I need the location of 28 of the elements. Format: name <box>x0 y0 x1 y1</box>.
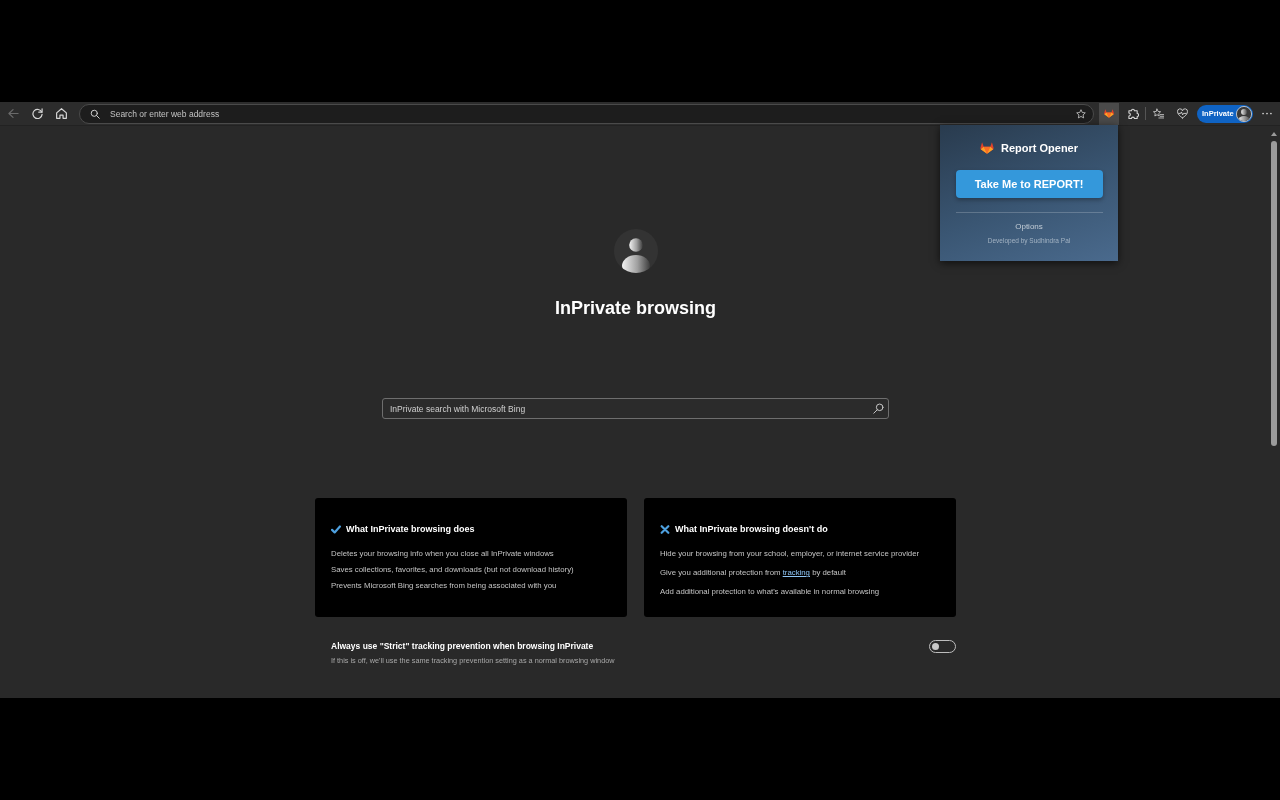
options-link[interactable]: Options <box>1015 222 1043 232</box>
home-icon <box>55 108 67 119</box>
extension-button[interactable] <box>1099 102 1119 125</box>
card-heading: What InPrivate browsing doesn't do <box>675 523 828 535</box>
favorites-icon <box>1152 108 1164 119</box>
search-icon <box>873 403 884 414</box>
more-icon <box>1262 112 1272 115</box>
back-arrow-icon <box>7 108 19 119</box>
report-button[interactable]: Take Me to REPORT! <box>955 170 1103 198</box>
refresh-icon <box>31 108 43 119</box>
heart-pulse-icon <box>1176 108 1188 119</box>
scroll-up-icon[interactable] <box>1271 132 1277 136</box>
avatar-icon <box>613 229 658 273</box>
scrollbar-thumb[interactable] <box>1271 141 1277 446</box>
puzzle-icon <box>1127 108 1139 119</box>
search-field[interactable]: InPrivate search with Microsoft Bing <box>382 398 889 419</box>
star-icon <box>1076 108 1086 119</box>
cross-icon <box>660 524 670 534</box>
setting-label: Always use "Strict" tracking prevention when browsing InPrivate <box>331 640 594 652</box>
checkmark-icon <box>331 524 341 534</box>
fox-logo-icon <box>1104 109 1114 118</box>
search-icon <box>90 108 100 119</box>
card-heading: What InPrivate browsing does <box>346 523 475 535</box>
avatar-icon <box>1236 105 1252 122</box>
fox-logo-icon <box>980 142 994 154</box>
page-title: InPrivate browsing <box>554 297 716 320</box>
popup-title: Report Opener <box>1001 142 1078 154</box>
address-field[interactable]: Search or enter web address <box>79 103 1094 124</box>
